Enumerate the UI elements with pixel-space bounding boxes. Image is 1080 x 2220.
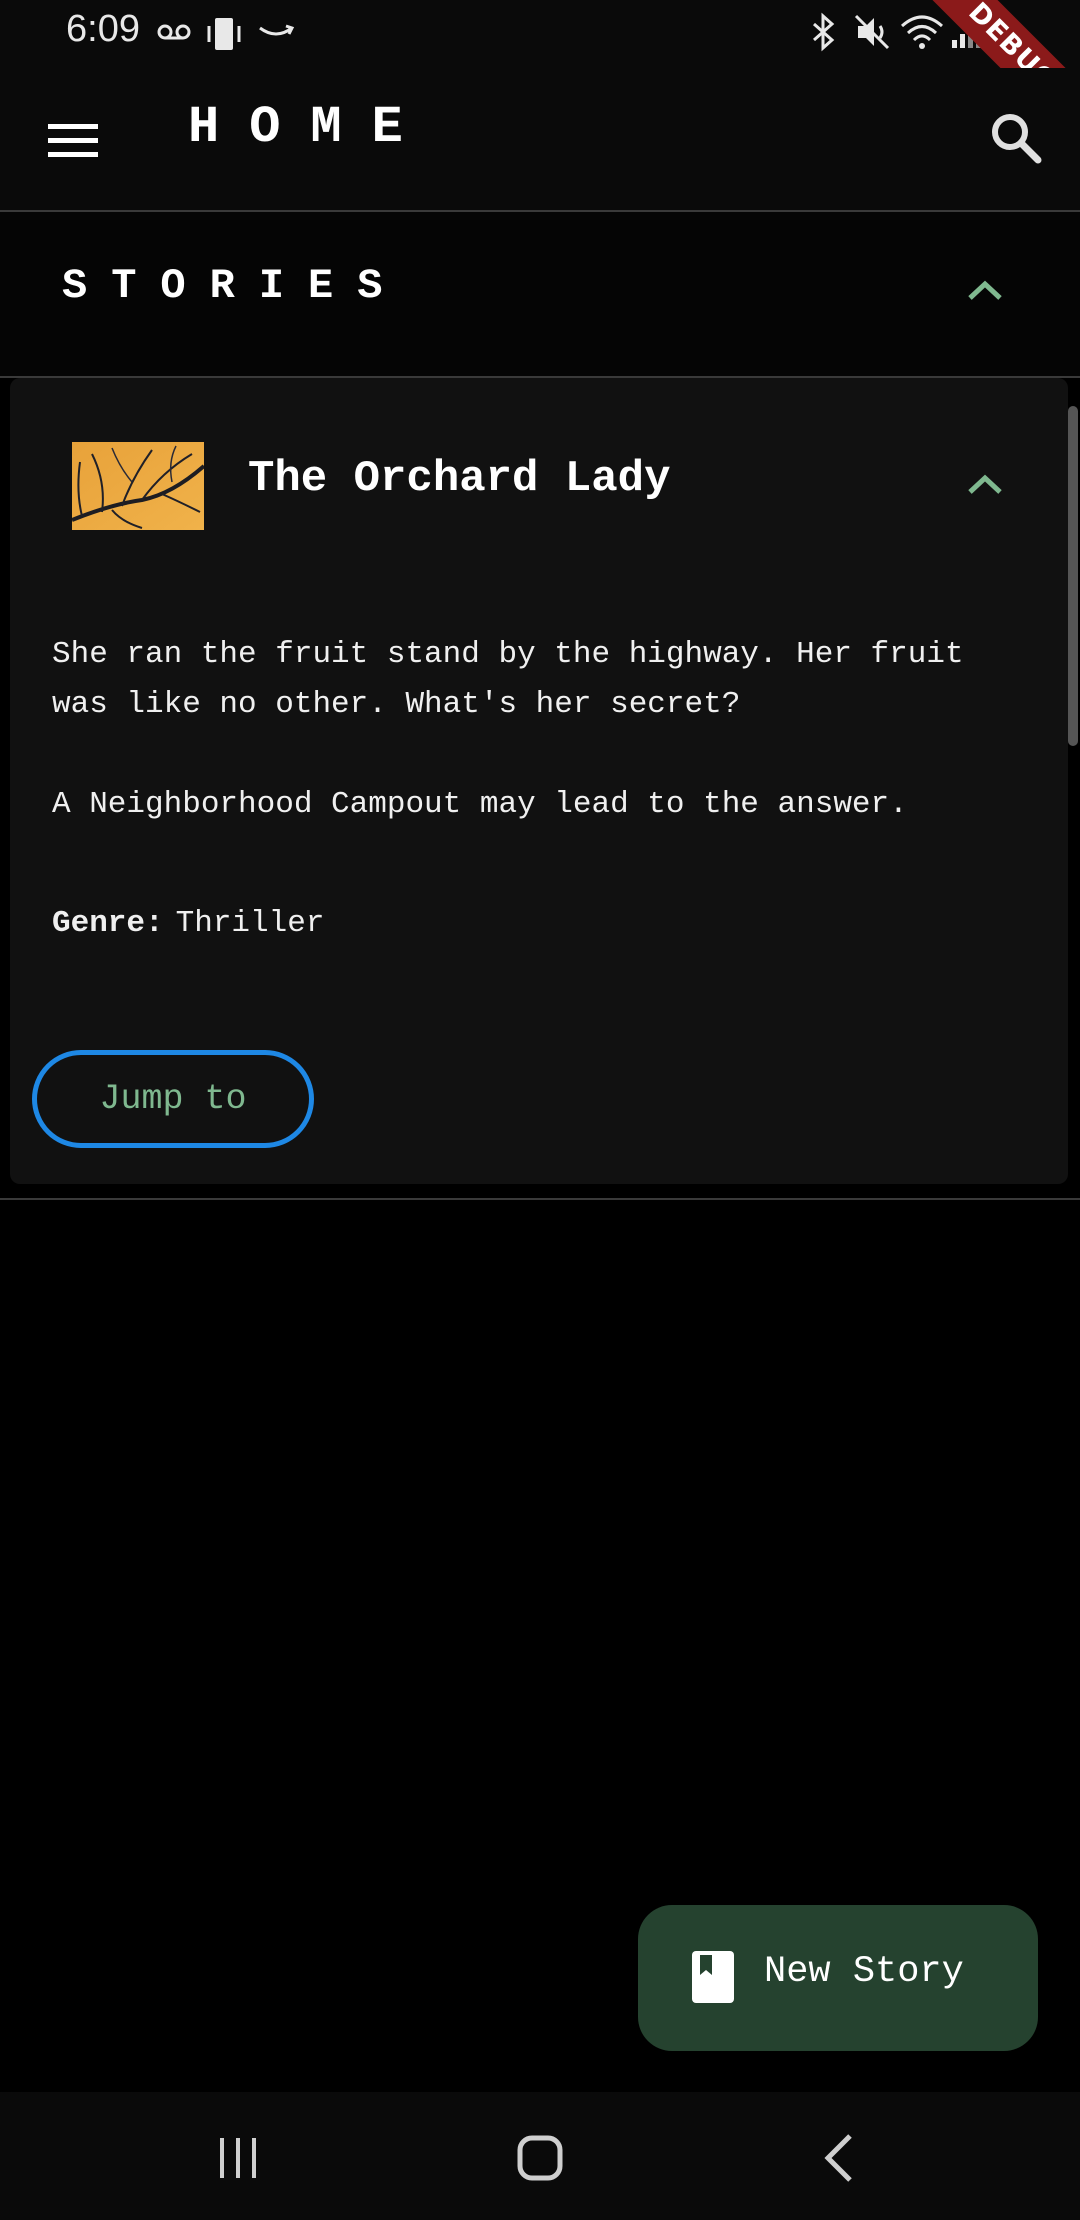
mute-icon (852, 12, 892, 57)
story-description-paragraph: She ran the fruit stand by the highway. … (52, 637, 964, 722)
story-card: The Orchard Lady She ran the fruit stand… (10, 378, 1068, 1184)
voicemail-icon (156, 14, 192, 55)
chevron-up-icon (968, 474, 1002, 494)
wifi-icon (900, 12, 944, 57)
status-time: 6:09 (66, 8, 140, 50)
scrollbar[interactable] (1068, 406, 1078, 746)
recent-apps-icon (220, 2138, 256, 2178)
bluetooth-icon (808, 12, 838, 57)
genre-value: Thriller (175, 906, 325, 941)
back-icon (824, 2134, 852, 2182)
app-screen: 6:09 DEBUG HOME STORIES The Orchard Lady… (0, 0, 1080, 2220)
chevron-up-icon (968, 280, 1002, 300)
page-title: HOME (188, 98, 433, 157)
new-story-button[interactable]: New Story (638, 1905, 1038, 2051)
recent-apps-button[interactable] (208, 2128, 268, 2188)
amazon-icon (256, 14, 296, 55)
tree-branch-image (72, 442, 204, 530)
section-title: STORIES (62, 262, 407, 310)
search-icon (992, 114, 1042, 164)
story-description-paragraph: A Neighborhood Campout may lead to the a… (52, 787, 908, 822)
hamburger-menu-icon (48, 124, 98, 157)
status-bar: 6:09 (0, 0, 1080, 68)
collapse-story-button[interactable] (958, 458, 1012, 512)
home-icon (517, 2135, 563, 2181)
back-button[interactable] (812, 2128, 872, 2188)
story-thumbnail (72, 442, 204, 530)
menu-button[interactable] (40, 110, 106, 170)
system-nav-bar (0, 2092, 1080, 2220)
story-title: The Orchard Lady (248, 454, 671, 504)
new-story-label: New Story (764, 1951, 964, 1993)
jump-to-button[interactable]: Jump to (32, 1050, 314, 1148)
app-bar: HOME (0, 68, 1080, 212)
story-description: She ran the fruit stand by the highway. … (52, 630, 1032, 830)
divider (0, 1198, 1080, 1200)
book-icon (692, 1951, 734, 2003)
genre-row: Genre: Thriller (52, 906, 324, 941)
genre-label: Genre: (52, 906, 164, 941)
vibrate-phone-icon (206, 14, 242, 59)
home-button[interactable] (510, 2128, 570, 2188)
search-button[interactable] (986, 108, 1046, 168)
stories-section-header[interactable]: STORIES (0, 212, 1080, 378)
collapse-section-button[interactable] (958, 264, 1012, 318)
